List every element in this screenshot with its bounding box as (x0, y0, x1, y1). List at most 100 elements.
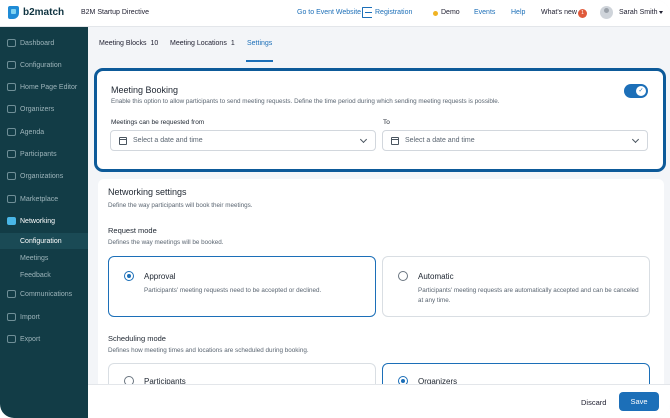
from-datetime-select[interactable]: Select a date and time (110, 130, 376, 151)
active-tab-indicator (246, 60, 273, 62)
sidebar-item-label: Communications (20, 290, 73, 298)
registration-link[interactable]: Registration (375, 9, 412, 16)
participants-icon (7, 150, 16, 158)
subitem-configuration[interactable]: Configuration (20, 238, 62, 245)
app-window: b2match B2M Startup Directive Go to Even… (0, 0, 670, 418)
sidebar-item-label: Organizers (20, 105, 55, 113)
to-placeholder: Select a date and time (405, 137, 475, 144)
user-avatar[interactable] (600, 6, 613, 19)
sidebar-item-label: Networking (20, 217, 56, 225)
meeting-booking-title: Meeting Booking (111, 85, 179, 95)
check-icon: ✓ (636, 86, 646, 96)
action-footer: Discard Save (88, 384, 670, 418)
sidebar-item-label: Import (20, 313, 40, 321)
sidebar-item-communications[interactable]: Communications (0, 286, 88, 302)
automatic-radio[interactable] (398, 271, 408, 281)
sidebar-item-organizations[interactable]: Organizations (0, 168, 88, 184)
sidebar-item-label: Export (20, 335, 41, 343)
networking-icon (7, 217, 16, 225)
sidebar: Dashboard Configuration Home Page Editor… (0, 27, 88, 418)
sidebar-item-organizers[interactable]: Organizers (0, 101, 88, 117)
calendar-icon (119, 137, 127, 145)
sidebar-item-networking[interactable]: Networking (0, 213, 88, 229)
request-mode-automatic-option[interactable]: Automatic Participants' meeting requests… (382, 256, 650, 317)
sidebar-item-configuration[interactable]: Configuration (0, 57, 88, 73)
chevron-down-icon[interactable] (659, 11, 663, 14)
chevron-down-icon (631, 135, 640, 144)
from-placeholder: Select a date and time (133, 137, 203, 144)
event-name: B2M Startup Directive (81, 9, 150, 16)
main-content: Meeting Blocks 10 Meeting Locations 1 Sett… (88, 27, 670, 418)
tab-count: 10 (150, 40, 159, 47)
chat-icon (7, 290, 16, 298)
whats-new-badge: 1 (578, 9, 587, 18)
tab-meeting-blocks[interactable]: Meeting Blocks 10 (99, 40, 158, 47)
sidebar-item-label: Dashboard (20, 39, 55, 47)
events-link[interactable]: Events (474, 9, 495, 16)
networking-settings-description: Define the way participants will book th… (108, 202, 253, 209)
gear-icon (7, 61, 16, 69)
sidebar-item-label: Configuration (20, 61, 62, 69)
edit-icon (7, 83, 16, 91)
networking-settings-title: Networking settings (108, 187, 187, 197)
tab-count: 1 (230, 40, 235, 47)
tab-settings[interactable]: Settings (247, 40, 272, 47)
demo-label[interactable]: Demo (441, 9, 460, 16)
chevron-down-icon (359, 135, 368, 144)
scheduling-mode-title: Scheduling mode (108, 334, 166, 343)
sidebar-item-marketplace[interactable]: Marketplace (0, 191, 88, 207)
demo-status-dot (433, 11, 438, 16)
to-label: To (383, 119, 390, 126)
approval-description: Participants' meeting requests need to b… (144, 287, 322, 294)
arrow-right-icon (365, 12, 372, 13)
sidebar-item-export[interactable]: Export (0, 331, 88, 347)
request-mode-approval-option[interactable]: Approval Participants' meeting requests … (108, 256, 376, 317)
automatic-label: Automatic (418, 272, 454, 281)
subitem-feedback[interactable]: Feedback (20, 272, 51, 279)
from-label: Meetings can be requested from (111, 119, 205, 126)
request-mode-description: Defines the way meetings will be booked. (108, 239, 224, 246)
sidebar-item-label: Home Page Editor (20, 83, 78, 91)
meeting-booking-toggle[interactable]: ✓ (624, 84, 648, 98)
sidebar-item-label: Agenda (20, 128, 45, 136)
user-name[interactable]: Sarah Smith (619, 9, 658, 16)
tab-label: Meeting Locations (170, 40, 227, 47)
import-icon (7, 313, 16, 321)
export-icon (7, 335, 16, 343)
approval-label: Approval (144, 272, 176, 281)
sidebar-item-label: Organizations (20, 172, 64, 180)
sidebar-item-dashboard[interactable]: Dashboard (0, 35, 88, 51)
subitem-meetings[interactable]: Meetings (20, 255, 48, 262)
building-icon (7, 172, 16, 180)
sidebar-item-home-page-editor[interactable]: Home Page Editor (0, 79, 88, 95)
tab-label: Settings (247, 40, 273, 47)
approval-radio[interactable] (124, 271, 134, 281)
meeting-booking-description: Enable this option to allow participants… (111, 98, 500, 105)
top-bar: b2match B2M Startup Directive Go to Even… (0, 0, 670, 27)
help-link[interactable]: Help (511, 9, 525, 16)
sidebar-item-agenda[interactable]: Agenda (0, 124, 88, 140)
calendar-icon (7, 128, 16, 136)
sidebar-item-label: Marketplace (20, 195, 59, 203)
calendar-icon (391, 137, 399, 145)
brand-name: b2match (23, 7, 65, 18)
meeting-booking-card: Meeting Booking Enable this option to al… (94, 68, 666, 172)
networking-settings-card: Networking settings Define the way parti… (98, 179, 664, 418)
sidebar-item-import[interactable]: Import (0, 309, 88, 325)
brand-logo[interactable]: b2match (8, 6, 64, 19)
automatic-description: Participants' meeting requests are autom… (418, 287, 639, 304)
sidebar-item-label: Participants (20, 150, 57, 158)
whats-new-link[interactable]: What's new (541, 9, 577, 16)
request-mode-title: Request mode (108, 226, 157, 235)
scheduling-mode-description: Defines how meeting times and locations … (108, 347, 309, 354)
save-button[interactable]: Save (619, 392, 659, 411)
discard-button[interactable]: Discard (581, 398, 606, 407)
tab-bar: Meeting Blocks 10 Meeting Locations 1 Sett… (88, 27, 670, 62)
marketplace-icon (7, 195, 16, 203)
to-datetime-select[interactable]: Select a date and time (382, 130, 648, 151)
dashboard-icon (7, 39, 16, 47)
users-icon (7, 105, 16, 113)
tab-meeting-locations[interactable]: Meeting Locations 1 (170, 40, 235, 47)
sidebar-item-participants[interactable]: Participants (0, 146, 88, 162)
go-to-event-link[interactable]: Go to Event Website (297, 9, 361, 16)
